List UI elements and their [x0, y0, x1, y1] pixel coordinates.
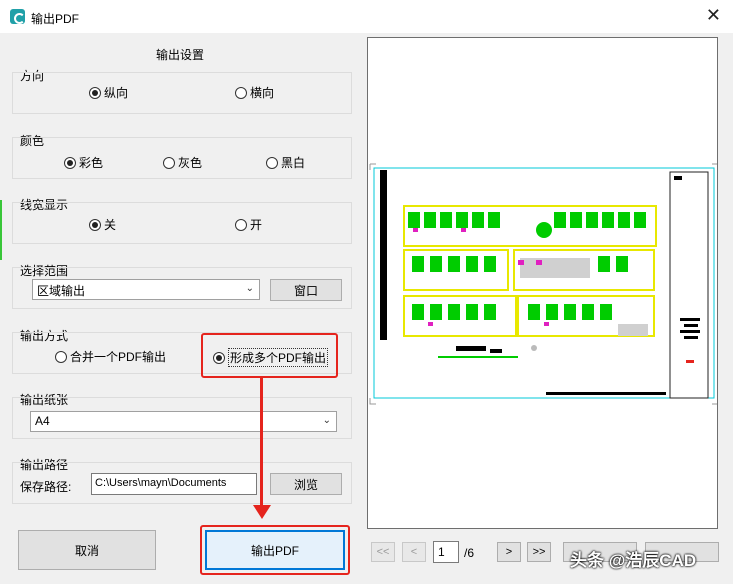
cancel-button[interactable]: 取消 [18, 530, 156, 570]
last-page-button[interactable]: >> [527, 542, 551, 562]
landscape-radio[interactable]: 横向 [235, 84, 274, 101]
highlight-box-export [200, 525, 350, 575]
page-total: /6 [464, 546, 475, 560]
linewidth-group [12, 202, 352, 244]
orientation-group [12, 72, 352, 114]
save-path-label: 保存路径: [20, 480, 72, 494]
page-number-input[interactable]: 1 [433, 541, 459, 563]
chevron-down-icon: ⌄ [322, 415, 331, 426]
linewidth-on-radio[interactable]: 开 [235, 216, 262, 233]
range-select[interactable]: 区域输出 ⌄ [32, 279, 260, 300]
window-title: 输出PDF [31, 12, 80, 26]
site-plan [403, 205, 657, 351]
radio-checked-icon [64, 156, 76, 169]
browse-button[interactable]: 浏览 [270, 473, 342, 495]
linewidth-off-radio[interactable]: 关 [89, 216, 116, 233]
radio-checked-icon [89, 218, 101, 231]
app-logo-icon [10, 9, 25, 24]
radio-unchecked-icon [235, 86, 247, 99]
radio-checked-icon [89, 86, 101, 99]
bottom-scale-bar [546, 392, 666, 395]
merge-single-pdf-radio[interactable]: 合并一个PDF输出 [55, 348, 166, 365]
window-button[interactable]: 窗口 [270, 279, 342, 301]
prev-page-button[interactable]: < [402, 542, 426, 562]
title-bar: 输出PDF ✕ [0, 0, 733, 33]
background-edge [0, 200, 2, 260]
radio-unchecked-icon [266, 156, 278, 169]
next-page-button[interactable]: > [497, 542, 521, 562]
color-radio-bw[interactable]: 黑白 [266, 154, 305, 171]
radio-unchecked-icon [163, 156, 175, 169]
first-page-button[interactable]: << [371, 542, 395, 562]
radio-unchecked-icon [235, 218, 247, 231]
red-arrow-line [260, 378, 263, 508]
left-black-bar [380, 170, 387, 340]
title-block [669, 171, 709, 399]
close-icon[interactable]: ✕ [706, 6, 721, 24]
save-path-input[interactable]: C:\Users\mayn\Documents [91, 473, 257, 495]
highlight-box-multiple [201, 333, 338, 378]
portrait-radio[interactable]: 纵向 [89, 84, 128, 101]
preview-panel [367, 37, 718, 529]
drawing-frame [373, 167, 715, 399]
settings-title: 输出设置 [155, 48, 204, 62]
chevron-down-icon: ⌄ [245, 283, 254, 294]
color-radio-color[interactable]: 彩色 [64, 154, 103, 171]
watermark: 头条 @浩辰CAD [570, 551, 697, 570]
radio-unchecked-icon [55, 350, 67, 363]
cad-drawing-preview [369, 163, 718, 405]
paper-select[interactable]: A4 ⌄ [30, 411, 337, 432]
corner-marks [369, 163, 718, 405]
red-arrow-head-icon [253, 505, 271, 519]
color-radio-gray[interactable]: 灰色 [163, 154, 202, 171]
